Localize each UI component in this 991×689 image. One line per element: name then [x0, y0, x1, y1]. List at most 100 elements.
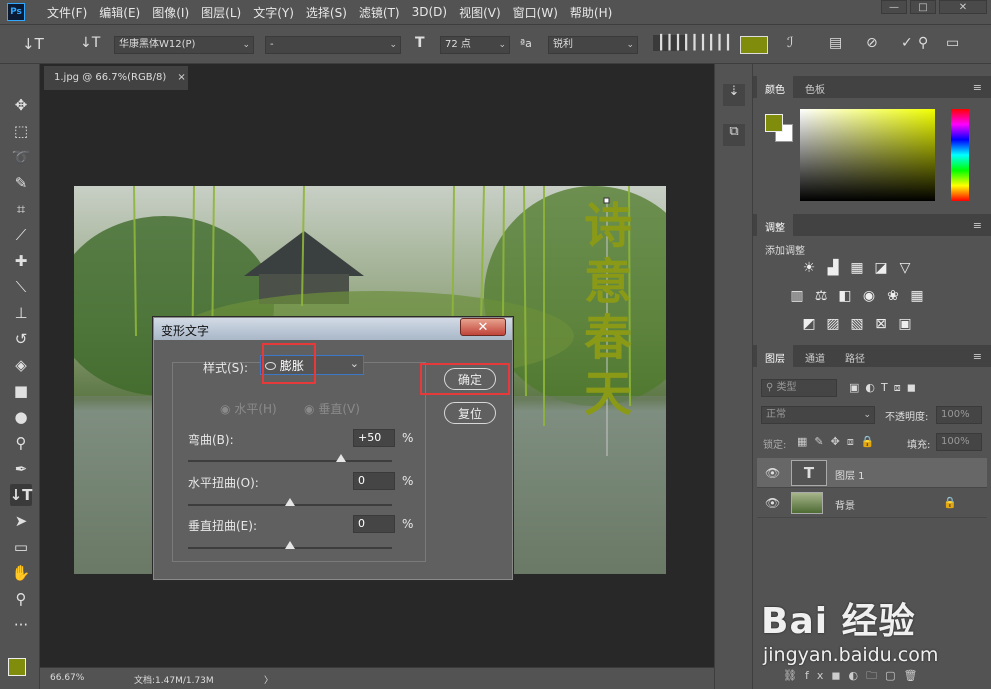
vertical-radio[interactable]: ◉ 垂直(V): [304, 400, 360, 417]
menu-window[interactable]: 窗口(W): [513, 4, 558, 21]
commit-icon[interactable]: ✓: [901, 35, 913, 51]
panel-menu-icon[interactable]: ≡: [973, 350, 982, 363]
toggle-orientation-icon[interactable]: ↓T: [80, 35, 100, 51]
channel-mixer-icon[interactable]: ❀: [885, 288, 901, 304]
brightness-icon[interactable]: ☀: [801, 260, 817, 276]
menu-type[interactable]: 文字(Y): [253, 4, 294, 21]
dodge-tool-icon[interactable]: ⚲: [10, 432, 32, 454]
history-panel-icon[interactable]: ⇣: [723, 84, 745, 106]
workspace-icon[interactable]: ▭: [946, 35, 959, 51]
exposure-icon[interactable]: ◪: [873, 260, 889, 276]
bw-icon[interactable]: ◧: [837, 288, 853, 304]
status-arrow-icon[interactable]: 〉: [264, 673, 273, 686]
tab-color[interactable]: 颜色: [757, 76, 793, 98]
lock-icons[interactable]: ▦✎✥⧈🔒: [797, 435, 882, 449]
hdist-slider-track[interactable]: [188, 498, 392, 506]
brush-tool-icon[interactable]: ⟍: [10, 276, 32, 298]
rectangle-tool-icon[interactable]: ▭: [10, 536, 32, 558]
levels-icon[interactable]: ▟: [825, 260, 841, 276]
photo-filter-icon[interactable]: ◉: [861, 288, 877, 304]
healing-tool-icon[interactable]: ✚: [10, 250, 32, 272]
menu-filter[interactable]: 滤镜(T): [359, 4, 400, 21]
menu-edit[interactable]: 编辑(E): [99, 4, 140, 21]
character-panel-icon[interactable]: ▤: [829, 35, 842, 51]
posterize-icon[interactable]: ▨: [825, 316, 841, 332]
color-lookup-icon[interactable]: ▦: [909, 288, 925, 304]
foreground-color-swatch[interactable]: [8, 658, 26, 676]
reset-button[interactable]: 复位: [444, 402, 496, 424]
marquee-tool-icon[interactable]: ⬚: [10, 120, 32, 142]
menu-help[interactable]: 帮助(H): [570, 4, 612, 21]
crop-tool-icon[interactable]: ⌗: [10, 198, 32, 220]
tab-swatches[interactable]: 色板: [797, 76, 833, 98]
menu-layer[interactable]: 图层(L): [201, 4, 241, 21]
font-family-select[interactable]: 华康黑体W12(P) ⌄: [114, 36, 254, 54]
path-select-tool-icon[interactable]: ➤: [10, 510, 32, 532]
zoom-level[interactable]: 66.67%: [50, 673, 84, 683]
selective-color-icon[interactable]: ⊠: [873, 316, 889, 332]
close-tab-icon[interactable]: ×: [177, 72, 185, 83]
pen-tool-icon[interactable]: ✒: [10, 458, 32, 480]
properties-panel-icon[interactable]: ⧉: [723, 124, 745, 146]
eyedropper-tool-icon[interactable]: ⟋: [10, 224, 32, 246]
hdist-input[interactable]: 0: [353, 472, 395, 490]
antialias-select[interactable]: 锐利 ⌄: [548, 36, 638, 54]
eraser-tool-icon[interactable]: ◈: [10, 354, 32, 376]
tab-layers[interactable]: 图层: [757, 345, 793, 367]
align-center-icon[interactable]: ┃┃┃: [682, 35, 707, 51]
filter-icons[interactable]: ▣◐T⧈◼: [849, 381, 922, 395]
hand-tool-icon[interactable]: ✋: [10, 562, 32, 584]
layer-row-text[interactable]: 👁 T 图层 1: [757, 458, 987, 488]
invert-icon[interactable]: ◩: [801, 316, 817, 332]
menu-file[interactable]: 文件(F): [47, 4, 87, 21]
bend-input[interactable]: +50: [353, 429, 395, 447]
vibrance-icon[interactable]: ▽: [897, 260, 913, 276]
menu-view[interactable]: 视图(V): [459, 4, 501, 21]
more-tools-icon[interactable]: ···: [10, 614, 32, 636]
bend-slider-track[interactable]: [188, 454, 392, 462]
hue-sat-icon[interactable]: ▥: [789, 288, 805, 304]
align-right-icon[interactable]: ┃┃┃: [707, 35, 732, 51]
horizontal-radio[interactable]: ◉ 水平(H): [220, 400, 277, 417]
fill-input[interactable]: 100%: [936, 433, 982, 451]
layer-filter-select[interactable]: ⚲ 类型: [761, 379, 837, 397]
move-tool-icon[interactable]: ✥: [10, 94, 32, 116]
hdist-slider-thumb[interactable]: [285, 498, 295, 506]
text-color-swatch[interactable]: [740, 36, 768, 54]
vdist-input[interactable]: 0: [353, 515, 395, 533]
color-balance-icon[interactable]: ⚖: [813, 288, 829, 304]
stamp-tool-icon[interactable]: ⊥: [10, 302, 32, 324]
vdist-slider-thumb[interactable]: [285, 541, 295, 549]
opacity-input[interactable]: 100%: [936, 406, 982, 424]
panel-menu-icon[interactable]: ≡: [973, 219, 982, 232]
vdist-slider-track[interactable]: [188, 541, 392, 549]
threshold-icon[interactable]: ▧: [849, 316, 865, 332]
history-brush-tool-icon[interactable]: ↺: [10, 328, 32, 350]
type-tool-icon[interactable]: ↓T: [10, 484, 32, 506]
tab-adjustments[interactable]: 调整: [757, 214, 793, 236]
visibility-eye-icon[interactable]: 👁: [765, 466, 780, 480]
close-window-button[interactable]: ✕: [939, 0, 987, 14]
menu-3d[interactable]: 3D(D): [412, 5, 447, 19]
font-style-select[interactable]: - ⌄: [265, 36, 401, 54]
document-tab[interactable]: 1.jpg @ 66.7%(RGB/8) ×: [44, 66, 188, 90]
layer-row-background[interactable]: 👁 背景 🔒: [757, 488, 987, 518]
visibility-eye-icon[interactable]: 👁: [765, 496, 780, 510]
search-icon[interactable]: ⚲: [918, 35, 928, 51]
color-spectrum-field[interactable]: [800, 109, 935, 201]
vertical-text-layer[interactable]: 诗 意 春 天: [582, 198, 634, 422]
dialog-close-button[interactable]: ✕: [460, 318, 506, 336]
layer-footer-icons[interactable]: ⛓fx◼◐🗀▢🗑: [783, 667, 925, 686]
gradient-tool-icon[interactable]: ■: [10, 380, 32, 402]
panel-menu-icon[interactable]: ≡: [973, 81, 982, 94]
zoom-tool-icon[interactable]: ⚲: [10, 588, 32, 610]
quick-select-tool-icon[interactable]: ✎: [10, 172, 32, 194]
blur-tool-icon[interactable]: ●: [10, 406, 32, 428]
blend-mode-select[interactable]: 正常 ⌄: [761, 406, 875, 424]
maximize-button[interactable]: □: [910, 0, 936, 14]
tab-channels[interactable]: 通道: [797, 345, 833, 367]
gradient-map-icon[interactable]: ▣: [897, 316, 913, 332]
bend-slider-thumb[interactable]: [336, 454, 346, 462]
cancel-icon[interactable]: ⊘: [866, 35, 878, 51]
vertical-type-tool-icon[interactable]: ↓T: [22, 35, 44, 53]
